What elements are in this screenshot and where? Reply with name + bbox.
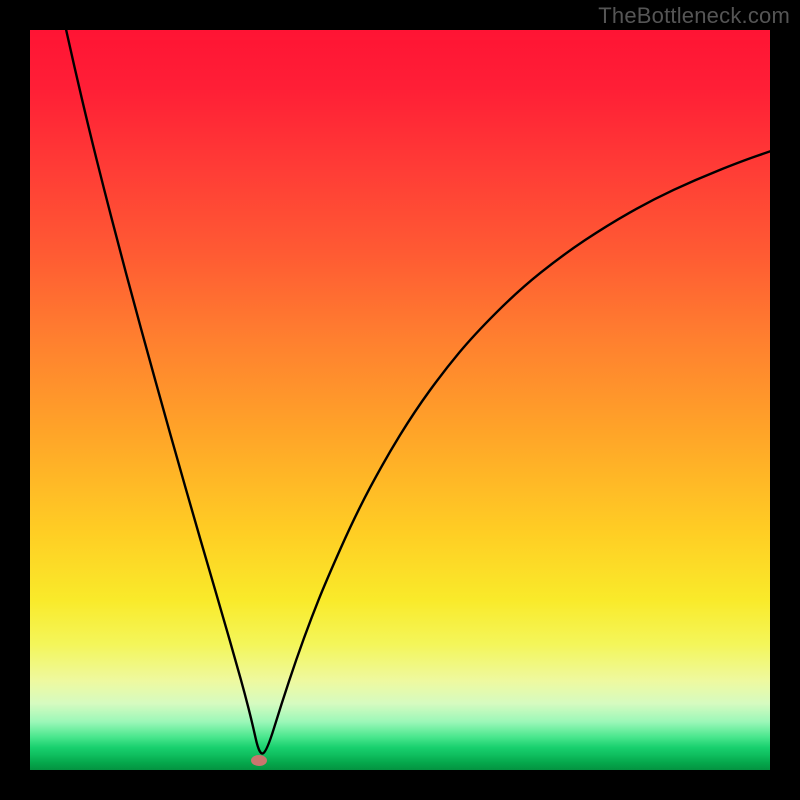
- watermark-text: TheBottleneck.com: [598, 3, 790, 29]
- plot-area: [30, 30, 770, 770]
- chart-frame: TheBottleneck.com: [0, 0, 800, 800]
- bottleneck-curve-path: [60, 30, 770, 754]
- optimal-marker: [251, 755, 267, 766]
- curve-svg: [30, 30, 770, 770]
